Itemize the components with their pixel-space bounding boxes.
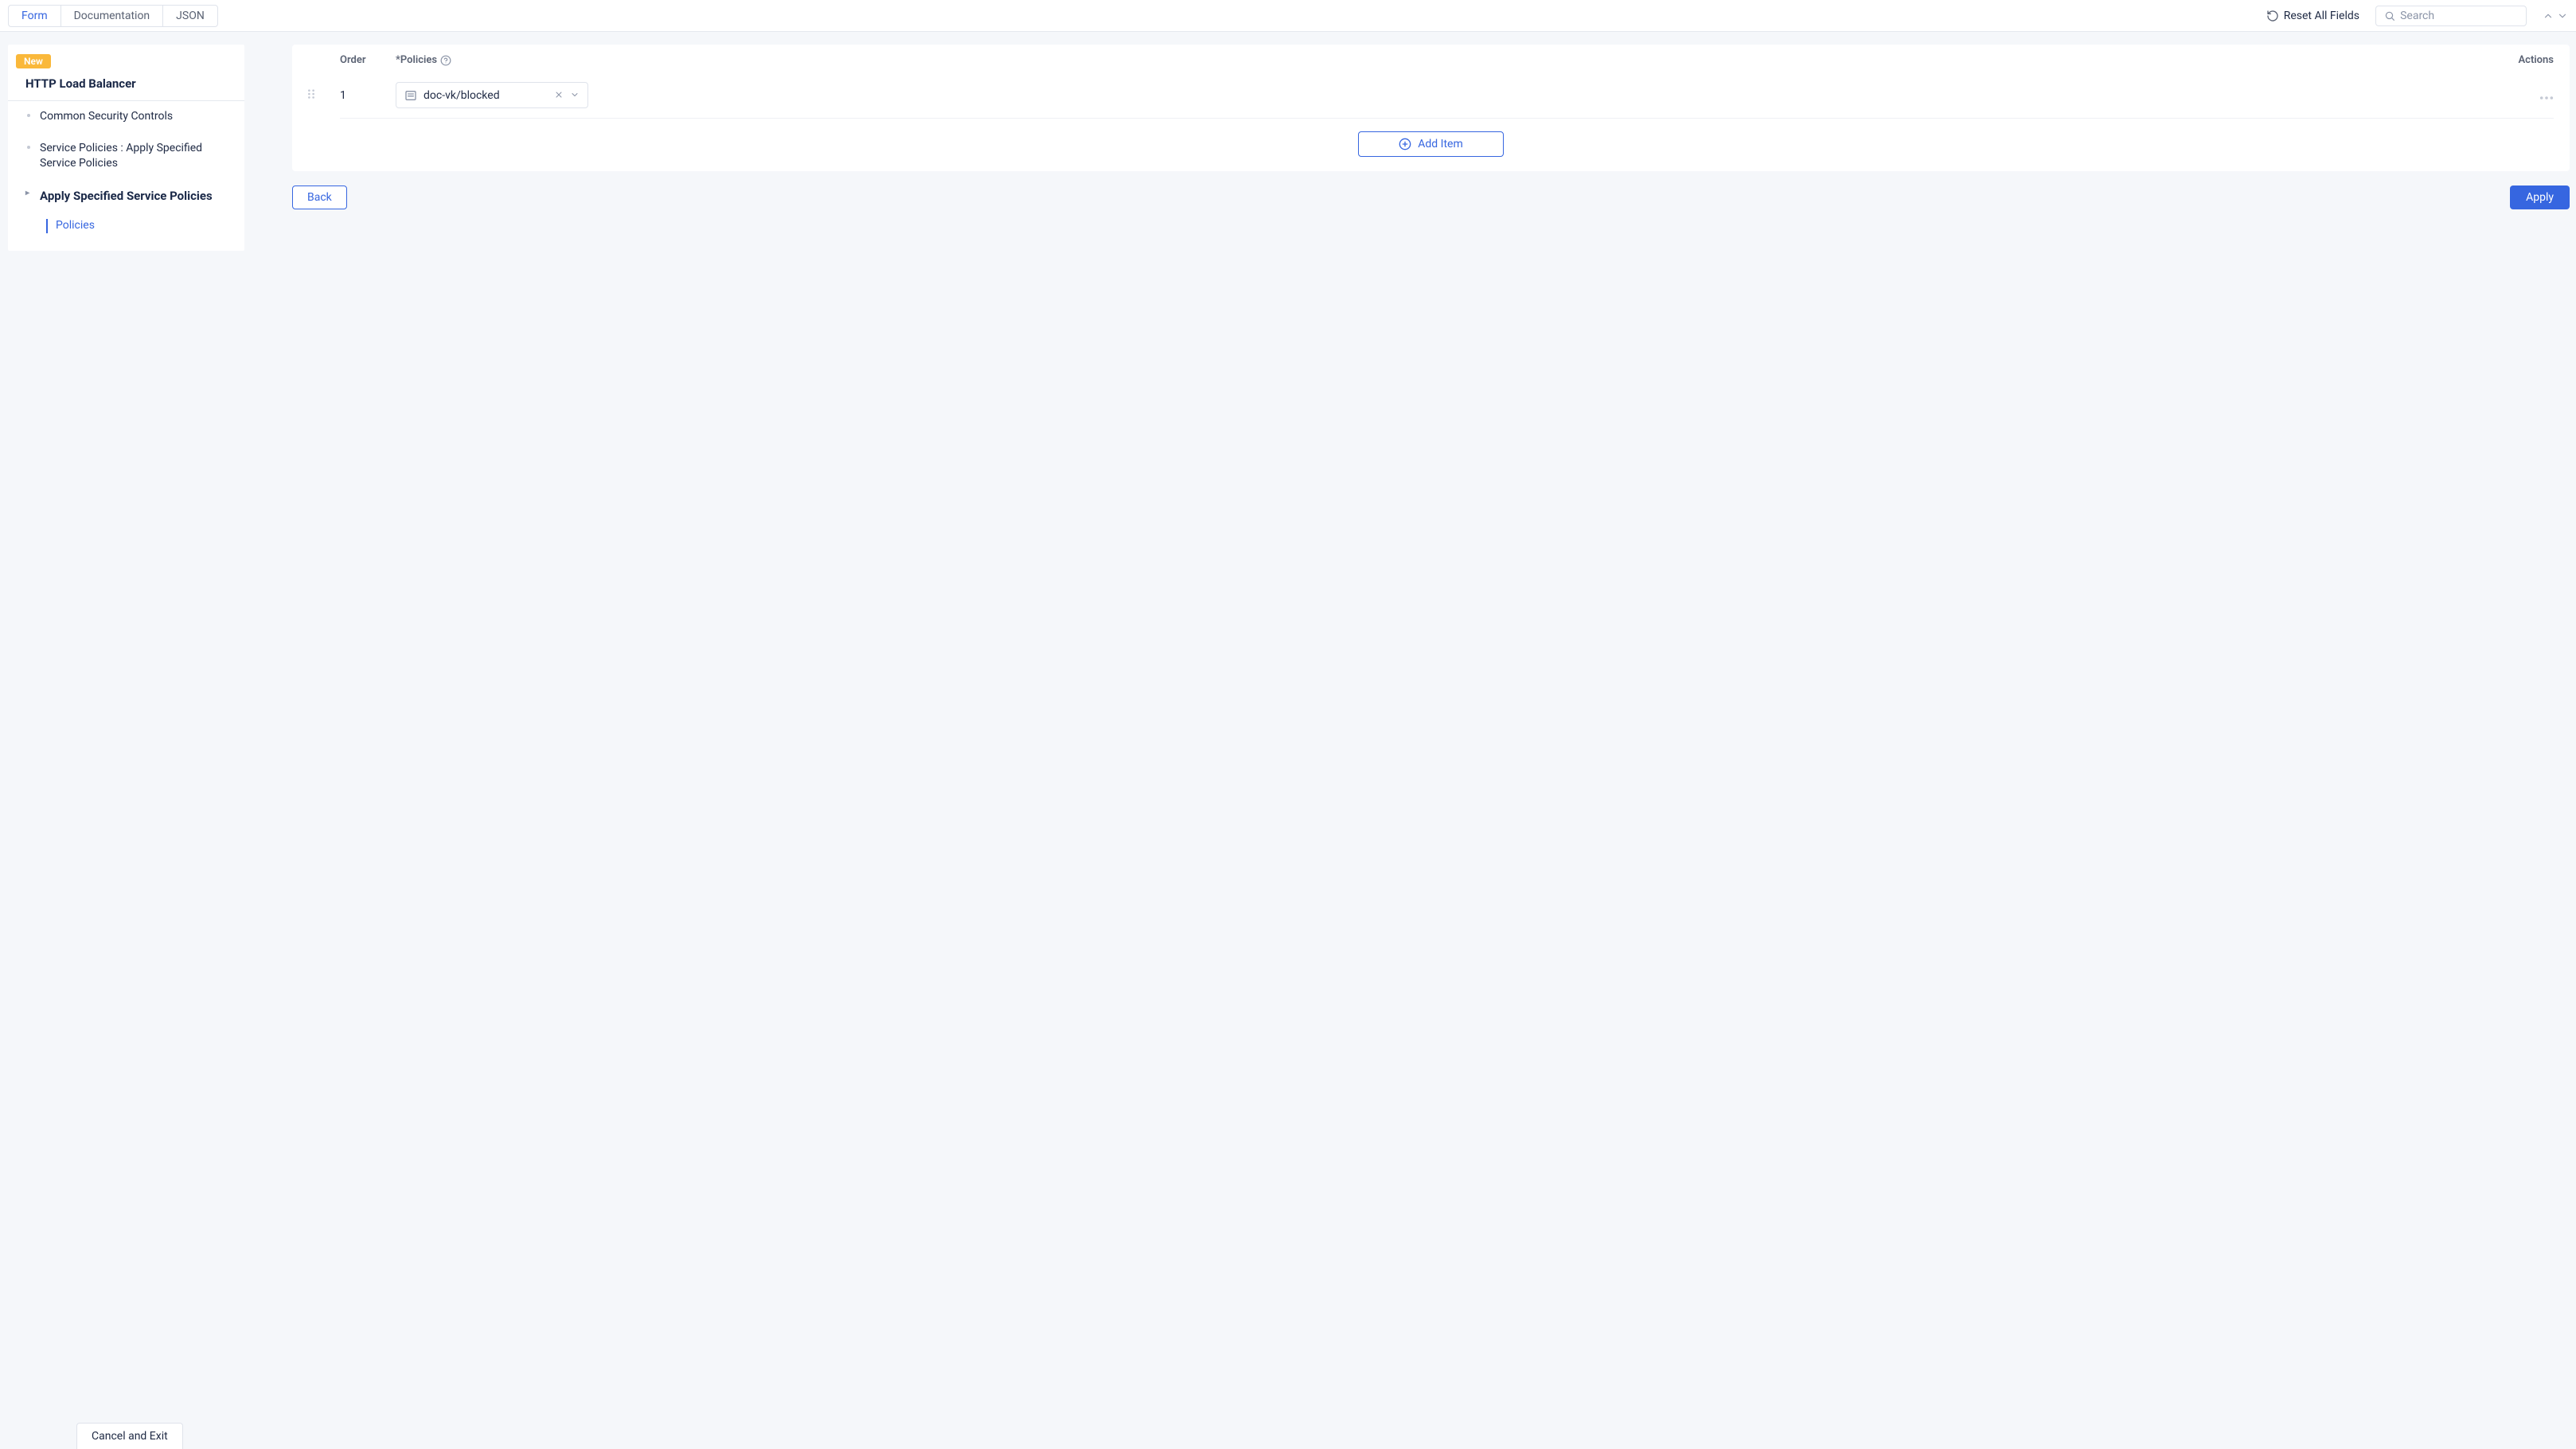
search-icon [2384, 10, 2395, 22]
action-bar: Back Apply [292, 186, 2570, 209]
cancel-and-exit-button[interactable]: Cancel and Exit [76, 1423, 183, 1449]
apply-button[interactable]: Apply [2510, 186, 2570, 209]
clear-selection[interactable] [554, 88, 564, 103]
sidebar-item-service-policies[interactable]: Service Policies : Apply Specified Servi… [8, 133, 244, 180]
reset-label: Reset All Fields [2284, 10, 2359, 22]
dropdown-toggle[interactable] [570, 88, 580, 103]
add-item-row: Add Item [292, 119, 2570, 171]
tab-json[interactable]: JSON [163, 6, 217, 26]
main-content: Order *Policies Actions [244, 32, 2576, 1449]
container: New HTTP Load Balancer Common Security C… [0, 32, 2576, 1449]
topbar-right: Reset All Fields [2266, 6, 2568, 26]
chevron-down-icon [570, 90, 580, 100]
back-button[interactable]: Back [292, 186, 347, 209]
chevron-up-icon[interactable] [2543, 10, 2554, 21]
sidebar-item-common-security[interactable]: Common Security Controls [8, 101, 244, 133]
sidebar-title: HTTP Load Balancer [8, 68, 244, 101]
reset-all-fields-button[interactable]: Reset All Fields [2266, 10, 2359, 22]
close-icon [554, 90, 564, 100]
drag-icon [306, 88, 316, 100]
add-item-label: Add Item [1418, 138, 1463, 150]
header-policies-label: *Policies [396, 54, 437, 66]
sidebar-subitem-policies[interactable]: Policies [8, 213, 244, 238]
topbar: Form Documentation JSON Reset All Fields [0, 0, 2576, 32]
row-actions-menu[interactable] [2539, 88, 2554, 103]
row-order: 1 [340, 89, 396, 102]
search-box[interactable] [2375, 6, 2527, 26]
table-header: Order *Policies Actions [292, 45, 2570, 72]
tab-form[interactable]: Form [9, 6, 61, 26]
more-horizontal-icon [2539, 96, 2554, 100]
search-input[interactable] [2400, 10, 2518, 22]
chevron-down-icon[interactable] [2557, 10, 2568, 21]
plus-circle-icon [1399, 138, 1411, 150]
policy-value: doc-vk/blocked [423, 89, 548, 102]
policies-panel: Order *Policies Actions [292, 45, 2570, 171]
list-icon [404, 89, 417, 102]
help-icon[interactable] [440, 55, 451, 66]
table-row: 1 doc-vk/blocked [292, 72, 2570, 118]
tab-documentation[interactable]: Documentation [61, 6, 164, 26]
header-policies: *Policies [396, 54, 2490, 66]
sidebar: New HTTP Load Balancer Common Security C… [8, 45, 244, 251]
add-item-button[interactable]: Add Item [1358, 131, 1504, 157]
header-actions: Actions [2490, 54, 2554, 66]
search-nav-arrows [2543, 10, 2568, 21]
reset-icon [2266, 10, 2279, 22]
view-tabs: Form Documentation JSON [8, 5, 218, 27]
drag-handle[interactable] [306, 88, 340, 103]
header-order: Order [340, 54, 396, 66]
new-badge: New [16, 54, 51, 68]
sidebar-item-apply-policies[interactable]: Apply Specified Service Policies [8, 180, 244, 213]
policy-select[interactable]: doc-vk/blocked [396, 82, 588, 108]
